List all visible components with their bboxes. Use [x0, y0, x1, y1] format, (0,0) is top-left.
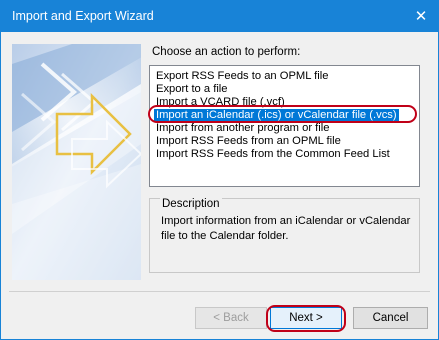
wizard-illustration [0, 44, 163, 280]
list-item-import-vcard[interactable]: Import a VCARD file (.vcf) [154, 96, 287, 109]
footer-divider [9, 291, 430, 292]
window-title: Import and Export Wizard [12, 9, 154, 23]
choose-action-prompt: Choose an action to perform: [152, 46, 301, 58]
action-listbox[interactable]: Export RSS Feeds to an OPML file Export … [149, 65, 420, 187]
arrows-graphic [0, 44, 163, 280]
next-button[interactable]: Next > [270, 307, 342, 329]
description-heading: Description [160, 198, 222, 210]
cancel-button[interactable]: Cancel [353, 307, 428, 329]
close-icon[interactable]: ✕ [404, 1, 438, 32]
list-item-import-other-program[interactable]: Import from another program or file [154, 122, 331, 135]
list-item-export-to-file[interactable]: Export to a file [154, 83, 230, 96]
list-item-import-icalendar[interactable]: Import an iCalendar (.ics) or vCalendar … [154, 109, 399, 122]
back-button[interactable]: < Back [195, 307, 267, 329]
title-bar: Import and Export Wizard ✕ [1, 1, 438, 32]
list-item-import-rss-opml[interactable]: Import RSS Feeds from an OPML file [154, 135, 343, 148]
description-text: Import information from an iCalendar or … [161, 215, 411, 242]
list-item-import-rss-common-feed[interactable]: Import RSS Feeds from the Common Feed Li… [154, 148, 392, 161]
list-item-export-rss-opml[interactable]: Export RSS Feeds to an OPML file [154, 70, 330, 83]
import-export-wizard-dialog: Import and Export Wizard ✕ Choose an act… [0, 0, 439, 340]
